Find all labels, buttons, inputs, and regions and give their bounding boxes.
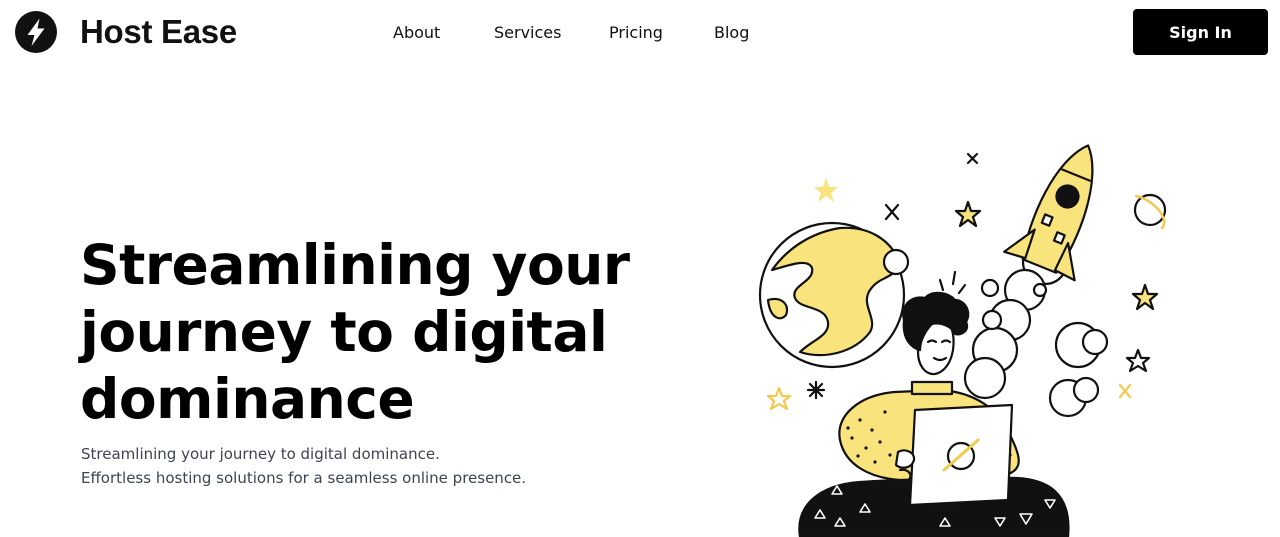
nav-link-about[interactable]: About — [393, 22, 440, 44]
hero-subtitle: Streamlining your journey to digital dom… — [81, 442, 601, 490]
nav-link-blog[interactable]: Blog — [714, 22, 749, 44]
hero-subtitle-line: Streamlining your journey to digital dom… — [81, 445, 440, 463]
nav-link-pricing[interactable]: Pricing — [609, 22, 663, 44]
hero-subtitle-line: Effortless hosting solutions for a seaml… — [81, 469, 527, 487]
brand-logo-link[interactable]: Host Ease — [15, 11, 237, 53]
lightning-bolt-icon — [15, 11, 57, 53]
nav-link-services[interactable]: Services — [494, 22, 561, 44]
site-header: Host Ease About Services Pricing Blog Si… — [0, 0, 1280, 66]
hero-title-line: dominance — [80, 367, 415, 431]
brand-name: Host Ease — [80, 13, 237, 50]
hero-title-line: Streamlining your — [80, 233, 630, 297]
hero-title: Streamlining your journey to digital dom… — [80, 232, 700, 433]
hero-title-line: journey to digital — [80, 300, 608, 364]
landing-page: Host Ease About Services Pricing Blog Si… — [0, 0, 1280, 537]
hero-illustration — [758, 144, 1167, 537]
sign-in-button[interactable]: Sign In — [1133, 9, 1268, 55]
